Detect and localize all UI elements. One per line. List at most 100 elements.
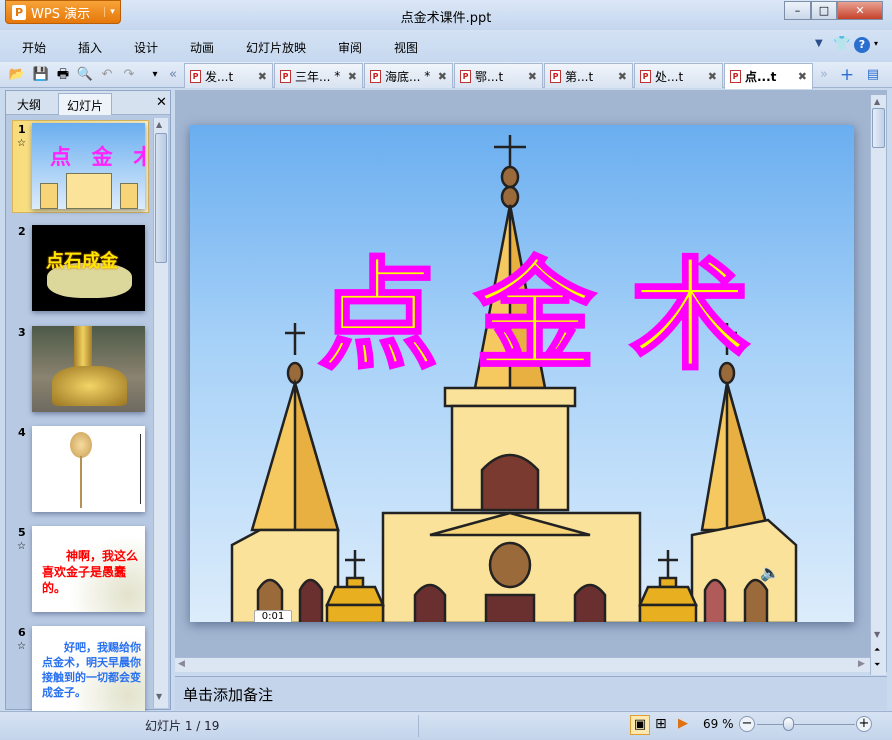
ppt-file-icon: P: [280, 69, 291, 83]
close-tab-icon[interactable]: ✖: [348, 70, 357, 83]
slide-thumbnail-6[interactable]: 好吧，我赐给你点金术，明天早晨你接触到的一切都会变成金子。: [32, 626, 145, 712]
doc-tab-label: 发...t: [205, 69, 234, 84]
scrollbar-thumb[interactable]: [872, 108, 885, 148]
skin-icon[interactable]: 👕: [833, 36, 850, 52]
print-icon[interactable]: 🖶: [54, 66, 72, 84]
menu-start[interactable]: 开始: [22, 39, 46, 56]
tab-slides[interactable]: 幻灯片: [58, 93, 113, 115]
horizontal-scrollbar[interactable]: ◀ ▶: [175, 657, 870, 672]
menu-review[interactable]: 审阅: [338, 39, 362, 56]
thumbnail-text: 点 金 术: [50, 145, 145, 169]
close-button[interactable]: ✕: [837, 1, 883, 20]
next-slide-icon[interactable]: ⏷: [874, 660, 880, 670]
new-tab-plus-icon[interactable]: +: [838, 66, 856, 84]
menu-design[interactable]: 设计: [134, 39, 158, 56]
ppt-file-icon: P: [190, 69, 201, 83]
tabs-scroll-right-icon[interactable]: »: [815, 66, 833, 84]
slide-canvas[interactable]: 点 金 术 🔈 0:01: [190, 125, 854, 622]
close-tab-icon[interactable]: ✖: [708, 70, 717, 83]
scroll-left-icon: ◀: [178, 659, 185, 669]
redo-icon[interactable]: ↷: [120, 66, 138, 84]
menu-slideshow[interactable]: 幻灯片放映: [246, 39, 306, 56]
help-icon[interactable]: ?: [854, 37, 870, 53]
slide-counter: 幻灯片 1 / 19: [145, 719, 220, 733]
doc-tab[interactable]: P 处...t ✖: [634, 63, 723, 88]
thumbnail-text: 好吧，我赐给你点金术，明天早晨你接触到的一切都会变成金子。: [42, 641, 141, 699]
ppt-file-icon: P: [640, 69, 651, 83]
zoom-out-button[interactable]: −: [739, 716, 755, 732]
thumbnail-number: 1: [18, 123, 26, 136]
thumbnail-number: 3: [18, 326, 26, 339]
help-dropdown-icon[interactable]: ▾: [874, 39, 878, 48]
panel-tabs: 大纲 幻灯片 ✕: [6, 91, 170, 115]
customize-toolbar-icon[interactable]: ▾: [146, 66, 164, 84]
zoom-slider-thumb[interactable]: [783, 717, 794, 731]
scroll-right-icon: ▶: [858, 659, 865, 669]
close-tab-icon[interactable]: ✖: [258, 70, 267, 83]
animation-star-icon: ☆: [17, 138, 26, 149]
slide-title-char: 金: [474, 247, 596, 386]
title-bar: P WPS 演示 ▾ 点金术课件.ppt – □ ✕: [0, 0, 892, 30]
menu-bar: 开始 插入 设计 动画 幻灯片放映 审阅 视图 ▼ 👕 ? ▾: [0, 30, 892, 62]
window-layout-icon[interactable]: ▤: [864, 66, 882, 84]
doc-tab-active[interactable]: P 点...t ✖: [724, 63, 813, 89]
slide-thumbnail-5[interactable]: 神啊，我这么喜欢金子是愚蠢的。: [32, 526, 145, 612]
doc-tab-label: 海底...: [385, 69, 421, 84]
scroll-down-icon: ▼: [156, 692, 163, 701]
close-tab-icon[interactable]: ✖: [618, 70, 627, 83]
menu-view[interactable]: 视图: [394, 39, 418, 56]
slide-sorter-view-icon[interactable]: ⊞: [655, 716, 667, 732]
maximize-button[interactable]: □: [811, 1, 837, 20]
modified-marker: *: [424, 69, 431, 83]
thumbnail-scrollbar[interactable]: ▲ ▼: [153, 118, 168, 708]
slideshow-view-icon[interactable]: ▶: [678, 716, 688, 731]
doc-tab[interactable]: P 第...t ✖: [544, 63, 633, 88]
tab-outline[interactable]: 大纲: [9, 93, 49, 115]
thumbnail-number: 2: [18, 225, 26, 238]
church-illustration: 点 金 术: [230, 135, 798, 622]
close-tab-icon[interactable]: ✖: [438, 70, 447, 83]
close-panel-icon[interactable]: ✕: [156, 95, 167, 110]
slide-thumbnail-2[interactable]: 点石成金: [32, 225, 145, 311]
gold-statue: [52, 366, 127, 406]
tabs-scroll-left-icon[interactable]: «: [164, 66, 182, 84]
close-tab-icon[interactable]: ✖: [528, 70, 537, 83]
slide-thumbnail-4[interactable]: [32, 426, 145, 512]
zoom-slider-track[interactable]: [757, 724, 855, 725]
notes-pane[interactable]: 单击添加备注: [175, 676, 887, 710]
minimize-button[interactable]: –: [784, 1, 811, 20]
open-folder-icon[interactable]: 📂: [8, 66, 26, 84]
doc-tab-label: 第...t: [565, 69, 594, 84]
print-preview-icon[interactable]: 🔍: [76, 66, 94, 84]
menu-insert[interactable]: 插入: [78, 39, 102, 56]
undo-icon[interactable]: ↶: [98, 66, 116, 84]
slide-thumbnail-1[interactable]: 点 金 术: [32, 123, 145, 209]
normal-view-icon[interactable]: ▣: [630, 715, 650, 735]
ppt-file-icon: P: [460, 69, 471, 83]
ppt-file-icon: P: [730, 70, 741, 83]
thumbnail-number: 4: [18, 426, 26, 439]
zoom-in-button[interactable]: +: [856, 716, 872, 732]
ppt-file-icon: P: [550, 69, 561, 83]
save-icon[interactable]: 💾: [32, 66, 50, 84]
doc-tab[interactable]: P 发...t ✖: [184, 63, 273, 88]
menu-animation[interactable]: 动画: [190, 39, 214, 56]
slide-thumbnail-3[interactable]: [32, 326, 145, 412]
doc-tab[interactable]: P 三年... * ✖: [274, 63, 363, 88]
speaker-icon[interactable]: 🔈: [760, 563, 780, 582]
gold-rose: [70, 432, 92, 458]
church-thumb: [66, 173, 112, 209]
thumbnail-number: 6: [18, 626, 26, 639]
doc-tab[interactable]: P 海底... * ✖: [364, 63, 453, 88]
doc-tab-label: 点...t: [745, 70, 777, 84]
animation-star-icon: ☆: [17, 641, 26, 652]
previous-slide-icon[interactable]: ⏶: [874, 645, 880, 655]
slide-title-char: 术: [630, 247, 750, 386]
vertical-scrollbar[interactable]: ▲ ▼ ⏶ ⏷: [870, 95, 886, 675]
close-tab-icon[interactable]: ✖: [798, 70, 807, 83]
collapse-ribbon-icon[interactable]: ▼: [815, 38, 823, 49]
animation-star-icon: ☆: [17, 541, 26, 552]
scrollbar-thumb[interactable]: [155, 133, 167, 263]
zoom-level: 69 %: [703, 717, 734, 731]
doc-tab[interactable]: P 鄂...t ✖: [454, 63, 543, 88]
